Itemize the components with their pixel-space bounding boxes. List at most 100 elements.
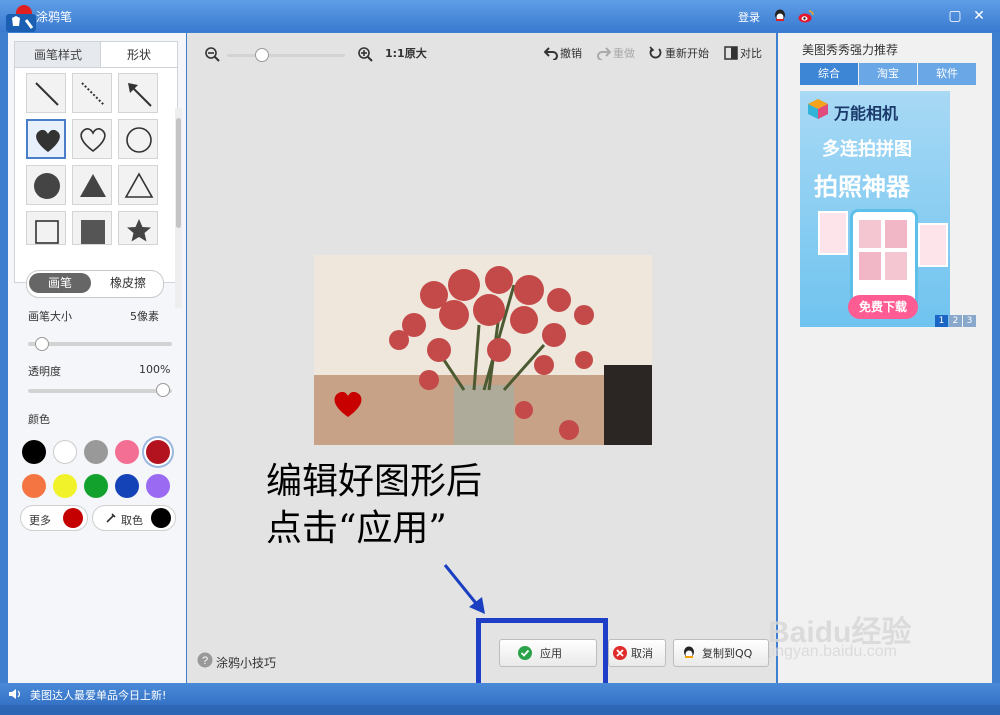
brush-mode-button[interactable]: 画笔 bbox=[29, 273, 91, 293]
color-swatch[interactable] bbox=[53, 440, 77, 464]
doodle-tips-link[interactable]: 涂鸦小技巧 bbox=[216, 654, 276, 671]
zoom-knob[interactable] bbox=[255, 48, 269, 62]
left-panel: 画笔样式 形状 画笔 橡皮擦 画笔大小 5像素 透明度 100% 颜色 更多 取… bbox=[8, 33, 186, 683]
status-bar: 美图达人最爱单品今日上新! bbox=[0, 683, 1000, 705]
triangle-outline-icon bbox=[124, 172, 154, 198]
square-outline-shape[interactable] bbox=[26, 211, 66, 245]
eyedropper-icon bbox=[106, 513, 116, 523]
color-swatch[interactable] bbox=[146, 474, 170, 498]
qq-icon[interactable] bbox=[773, 9, 787, 23]
apply-button[interactable]: 应用 bbox=[499, 639, 597, 667]
photo-thumb bbox=[859, 220, 881, 248]
color-swatch[interactable] bbox=[53, 474, 77, 498]
dashed-line-shape[interactable] bbox=[72, 73, 112, 113]
ad-banner[interactable]: 万能相机 多连拍拼图 拍照神器 免费下载 bbox=[800, 91, 950, 327]
circle-outline-shape[interactable] bbox=[118, 119, 158, 159]
color-swatch[interactable] bbox=[84, 440, 108, 464]
heart-filled-icon bbox=[36, 129, 60, 152]
ad-download-button[interactable]: 免费下载 bbox=[848, 295, 918, 319]
triangle-filled-shape[interactable] bbox=[72, 165, 112, 205]
ad-brand: 万能相机 bbox=[834, 104, 899, 123]
brush-size-knob[interactable] bbox=[35, 337, 49, 351]
undo-icon[interactable] bbox=[544, 46, 558, 60]
redo-button[interactable]: 重做 bbox=[613, 45, 635, 61]
cancel-button[interactable]: 取消 bbox=[608, 639, 666, 667]
restart-button[interactable]: 重新开始 bbox=[665, 45, 709, 61]
tab-taobao[interactable]: 淘宝 bbox=[859, 63, 917, 85]
photo-thumb bbox=[859, 252, 881, 280]
ad-line-1: 多连拍拼图 bbox=[822, 139, 912, 160]
redo-icon[interactable] bbox=[597, 46, 611, 60]
eyedropper-label: 取色 bbox=[121, 514, 143, 527]
undo-button[interactable]: 撤销 bbox=[560, 45, 582, 61]
opacity-value: 100% bbox=[139, 363, 171, 376]
zoom-in-icon[interactable] bbox=[358, 47, 374, 63]
ad-page-1[interactable]: 1 bbox=[935, 315, 948, 327]
compare-button[interactable]: 对比 bbox=[740, 45, 762, 61]
zoom-slider[interactable] bbox=[227, 54, 345, 57]
brush-size-slider[interactable] bbox=[28, 342, 172, 346]
line-shape[interactable] bbox=[26, 73, 66, 113]
square-filled-shape[interactable] bbox=[72, 211, 112, 245]
current-color-swatch bbox=[63, 508, 83, 528]
brush-size-value: 5像素 bbox=[130, 310, 159, 323]
compare-icon[interactable] bbox=[724, 46, 738, 60]
maximize-icon[interactable]: ▢ bbox=[947, 8, 963, 24]
line-icon bbox=[35, 82, 59, 106]
actual-size-button[interactable]: 1:1原大 bbox=[385, 45, 427, 61]
tab-software[interactable]: 软件 bbox=[918, 63, 976, 85]
speaker-icon bbox=[9, 689, 21, 699]
heart-outline-shape[interactable] bbox=[72, 119, 112, 159]
photo-canvas[interactable] bbox=[314, 255, 652, 445]
color-label: 颜色 bbox=[28, 413, 50, 426]
title-bar: 涂鸦笔 登录 ▢ ✕ bbox=[0, 0, 1000, 32]
close-icon[interactable]: ✕ bbox=[971, 8, 987, 24]
check-icon bbox=[518, 646, 532, 660]
opacity-slider[interactable] bbox=[28, 389, 172, 393]
scrollbar-thumb[interactable] bbox=[176, 118, 181, 228]
eyedropper-button[interactable]: 取色 bbox=[92, 505, 176, 531]
more-colors-button[interactable]: 更多 bbox=[20, 505, 88, 531]
color-swatch[interactable] bbox=[22, 440, 46, 464]
recommend-title: 美图秀秀强力推荐 bbox=[802, 43, 899, 57]
tab-general[interactable]: 综合 bbox=[800, 63, 858, 85]
copy-to-qq-button[interactable]: 复制到QQ bbox=[673, 639, 769, 667]
arrow-icon bbox=[128, 83, 152, 107]
tab-brush-style[interactable]: 画笔样式 bbox=[14, 41, 102, 69]
color-swatch[interactable] bbox=[146, 440, 170, 464]
svg-text:?: ? bbox=[202, 655, 208, 667]
circle-filled-icon bbox=[34, 173, 60, 199]
tab-shapes[interactable]: 形状 bbox=[100, 41, 178, 68]
opacity-label: 透明度 bbox=[28, 365, 61, 378]
weibo-icon[interactable] bbox=[798, 9, 814, 23]
restart-icon[interactable] bbox=[649, 46, 663, 60]
help-icon[interactable]: ? bbox=[197, 652, 213, 668]
heart-outline-icon bbox=[80, 128, 106, 153]
arrow-shape[interactable] bbox=[118, 73, 158, 113]
brush-size-label: 画笔大小 bbox=[28, 310, 72, 323]
annotation-arrow bbox=[443, 564, 485, 614]
brush-eraser-toggle: 画笔 橡皮擦 bbox=[26, 270, 164, 298]
circle-filled-shape[interactable] bbox=[26, 165, 66, 205]
status-news-link[interactable]: 美图达人最爱单品今日上新! bbox=[30, 687, 166, 703]
more-colors-label: 更多 bbox=[29, 514, 51, 527]
picked-color-swatch bbox=[151, 508, 171, 528]
ad-line-2: 拍照神器 bbox=[814, 173, 910, 201]
photo-thumb bbox=[818, 211, 848, 255]
opacity-knob[interactable] bbox=[156, 383, 170, 397]
login-link[interactable]: 登录 bbox=[738, 9, 760, 25]
star-filled-shape[interactable] bbox=[118, 211, 158, 245]
color-swatch[interactable] bbox=[115, 474, 139, 498]
dashed-line-icon bbox=[81, 82, 105, 106]
triangle-outline-shape[interactable] bbox=[118, 165, 158, 205]
ad-page-2[interactable]: 2 bbox=[949, 315, 962, 327]
zoom-out-icon[interactable] bbox=[205, 47, 221, 63]
heart-filled-shape[interactable] bbox=[26, 119, 66, 159]
photo-thumb bbox=[885, 252, 907, 280]
ad-page-3[interactable]: 3 bbox=[963, 315, 976, 327]
color-swatch[interactable] bbox=[115, 440, 139, 464]
color-swatch[interactable] bbox=[84, 474, 108, 498]
eraser-mode-button[interactable]: 橡皮擦 bbox=[97, 273, 159, 293]
shape-scrollbar[interactable] bbox=[175, 108, 182, 308]
color-swatch[interactable] bbox=[22, 474, 46, 498]
